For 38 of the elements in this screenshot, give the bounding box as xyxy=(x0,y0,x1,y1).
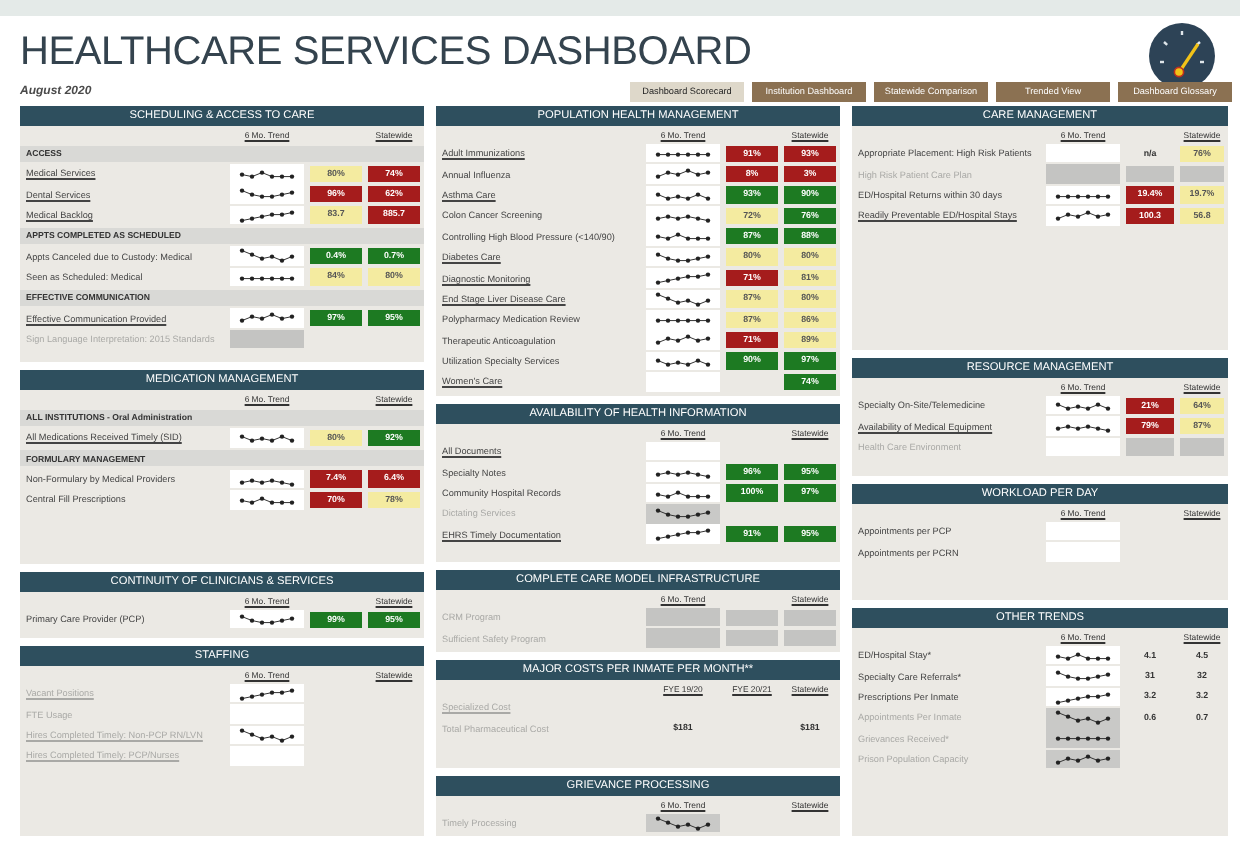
trend-sparkline xyxy=(1055,402,1111,411)
trend-sparkline xyxy=(655,152,711,157)
trend-sparkline xyxy=(655,489,711,499)
trend-sparkline xyxy=(655,335,711,346)
trend-sparkline xyxy=(655,168,711,180)
trend-sparkline xyxy=(655,214,711,223)
trend-sparkline xyxy=(239,434,295,443)
trend-sparkline xyxy=(655,318,711,323)
trend-sparkline xyxy=(239,210,295,223)
trend-sparkline xyxy=(655,508,711,519)
trend-sparkline xyxy=(239,313,295,324)
trend-sparkline xyxy=(1055,193,1111,199)
trend-sparkline xyxy=(655,191,711,201)
trend-sparkline xyxy=(655,358,711,367)
trend-sparkline xyxy=(239,249,295,264)
trend-sparkline xyxy=(1055,670,1111,682)
trend-sparkline xyxy=(239,496,295,505)
trend-sparkline xyxy=(1055,691,1111,705)
trend-sparkline xyxy=(1055,737,1111,742)
trend-sparkline xyxy=(239,170,295,179)
trend-sparkline xyxy=(239,614,295,625)
trend-sparkline xyxy=(655,291,711,307)
trend-sparkline xyxy=(239,727,295,743)
trend-sparkline xyxy=(239,477,295,486)
trend-sparkline xyxy=(655,816,711,831)
trend-sparkline xyxy=(1055,754,1111,765)
trend-sparkline xyxy=(1055,710,1111,725)
trend-sparkline xyxy=(655,529,711,542)
trend-sparkline xyxy=(239,189,295,200)
trend-sparkline xyxy=(239,275,295,281)
trend-sparkline xyxy=(239,688,295,701)
trend-sparkline xyxy=(1055,424,1111,434)
trend-sparkline xyxy=(655,470,711,480)
trend-sparkline xyxy=(655,233,711,242)
trend-sparkline xyxy=(655,252,711,263)
trend-sparkline xyxy=(655,272,711,286)
trend-sparkline xyxy=(1055,210,1111,221)
trend-sparkline xyxy=(1055,652,1111,661)
